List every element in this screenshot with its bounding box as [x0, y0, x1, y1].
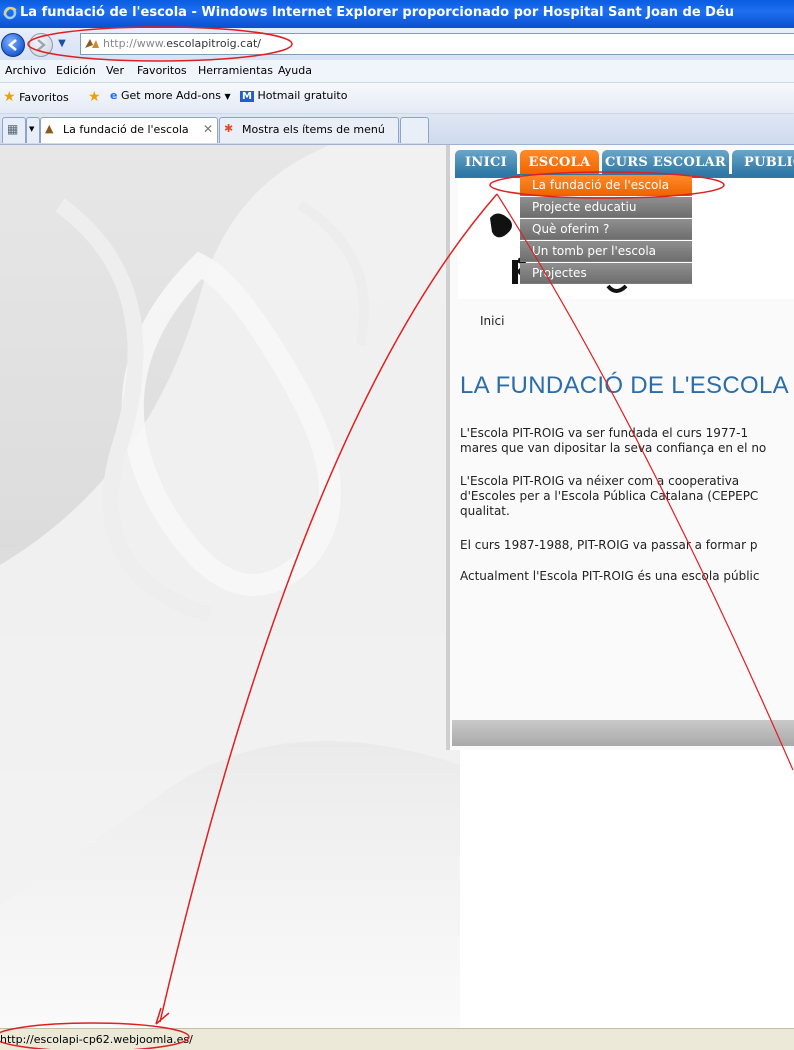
panel-footer-bar — [452, 720, 794, 746]
favorites-button[interactable]: ★ Favoritos — [3, 89, 69, 105]
quick-tabs-button[interactable]: ▦ — [2, 117, 26, 143]
menu-ayuda[interactable]: Ayuda — [278, 64, 312, 77]
dropdown-item-un-tomb[interactable]: Un tomb per l'escola — [520, 241, 692, 262]
breadcrumb[interactable]: Inici — [480, 314, 504, 328]
site-favicon-icon — [85, 39, 99, 48]
back-button[interactable] — [1, 33, 25, 57]
dropdown-item-fundacio[interactable]: La fundació de l'escola — [520, 175, 692, 196]
menu-herramientas[interactable]: Herramientas — [198, 64, 273, 77]
msn-icon: M — [240, 91, 254, 102]
status-bar: http://escolapi-cp62.webjoomla.es/ — [0, 1028, 794, 1050]
chevron-down-icon: ▼ — [29, 125, 35, 133]
back-arrow-icon — [7, 39, 17, 51]
chevron-down-icon: ▼ — [224, 92, 231, 101]
menu-favoritos[interactable]: Favoritos — [137, 64, 187, 77]
add-to-favorites-button[interactable]: ★ — [88, 89, 101, 105]
web-page-viewport: INICI ESCOLA CURS ESCOLAR PUBLIC La fund… — [0, 145, 794, 1028]
paragraph-1: L'Escola PIT-ROIG va ser fundada el curs… — [460, 426, 767, 455]
star-icon: ★ — [3, 89, 16, 105]
menu-bar: Archivo Edición Ver Favoritos Herramient… — [0, 60, 794, 83]
new-tab-button[interactable] — [400, 117, 429, 143]
site-favicon-icon: ▲ — [45, 122, 54, 135]
add-favorite-star-icon: ★ — [88, 89, 101, 105]
browser-tab-active[interactable]: ▲ La fundació de l'escola ✕ — [40, 117, 218, 143]
dropdown-item-projecte-educatiu[interactable]: Projecte educatiu — [520, 197, 692, 218]
dropdown-item-que-oferim[interactable]: Què oferim ? — [520, 219, 692, 240]
nav-inici[interactable]: INICI — [455, 150, 517, 174]
menu-ver[interactable]: Ver — [106, 64, 124, 77]
background-swirl-graphic — [0, 145, 460, 905]
quick-tabs-icon: ▦ — [7, 122, 19, 136]
nav-escola[interactable]: ESCOLA — [520, 150, 599, 174]
browser-tab[interactable]: ✱ Mostra els ítems de menú — [219, 117, 399, 143]
page-title: LA FUNDACIÓ DE L'ESCOLA — [460, 372, 789, 399]
ie-logo-icon — [3, 6, 17, 20]
forward-arrow-icon — [37, 39, 46, 51]
address-url: http://www.escolapitroig.cat/ — [103, 37, 261, 50]
window-title-bar: La fundació de l'escola - Windows Intern… — [0, 0, 794, 28]
hotmail-link[interactable]: M Hotmail gratuito — [240, 89, 347, 102]
paragraph-4: Actualment l'Escola PIT-ROIG és una esco… — [460, 569, 760, 583]
ie-page-icon: e — [110, 89, 118, 102]
nav-public[interactable]: PUBLIC — [732, 150, 794, 174]
tab-list-button[interactable]: ▼ — [26, 117, 40, 143]
get-addons-link[interactable]: e Get more Add-ons ▼ — [110, 89, 231, 102]
close-tab-icon[interactable]: ✕ — [203, 122, 213, 136]
dropdown-item-projectes[interactable]: Projectes — [520, 263, 692, 284]
forward-button[interactable] — [29, 33, 53, 57]
status-text: http://escolapi-cp62.webjoomla.es/ — [0, 1033, 193, 1046]
favorites-bar: ★ Favoritos ★ e Get more Add-ons ▼ M Hot… — [0, 83, 794, 114]
paragraph-3: El curs 1987-1988, PIT-ROIG va passar a … — [460, 538, 758, 552]
menu-archivo[interactable]: Archivo — [5, 64, 46, 77]
paragraph-2: L'Escola PIT-ROIG va néixer com a cooper… — [460, 474, 759, 518]
joomla-favicon-icon: ✱ — [224, 122, 234, 135]
recent-pages-dropdown-icon[interactable]: ▼ — [55, 37, 69, 51]
address-field[interactable]: http://www.escolapitroig.cat/ — [80, 33, 794, 55]
browser-tab-bar: ▦ ▼ ▲ La fundació de l'escola ✕ ✱ Mostra… — [0, 114, 794, 145]
menu-edicion[interactable]: Edición — [56, 64, 96, 77]
decorative-background — [0, 145, 460, 1028]
window-title: La fundació de l'escola - Windows Intern… — [20, 5, 735, 20]
nav-curs-escolar[interactable]: CURS ESCOLAR — [602, 150, 729, 174]
